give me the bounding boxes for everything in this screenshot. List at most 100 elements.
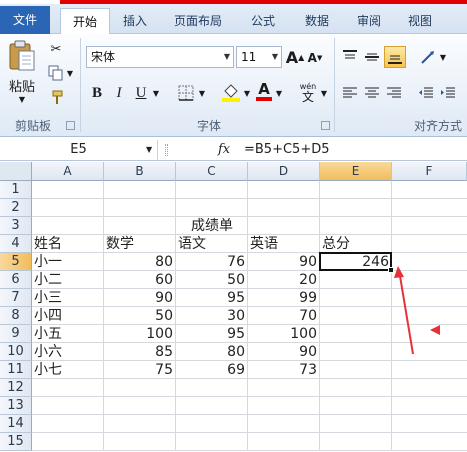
cell-b5[interactable]: 80 bbox=[104, 253, 176, 271]
cell-a10[interactable]: 小六 bbox=[32, 343, 104, 361]
cell-a11[interactable]: 小七 bbox=[32, 361, 104, 379]
font-size-select[interactable]: 11 ▼ bbox=[236, 46, 282, 68]
row-header-13[interactable]: 13 bbox=[0, 397, 32, 415]
phonetic-dropdown-icon[interactable]: ▼ bbox=[319, 82, 329, 104]
splitter-handle[interactable] bbox=[165, 144, 168, 156]
underline-dropdown-icon[interactable]: ▼ bbox=[151, 82, 161, 104]
copy-dropdown-icon[interactable]: ▼ bbox=[65, 64, 75, 82]
fill-color-dropdown-icon[interactable]: ▼ bbox=[242, 82, 252, 104]
cell-d4[interactable]: 英语 bbox=[248, 235, 320, 253]
name-box[interactable]: E5 bbox=[0, 140, 158, 160]
tab-data[interactable]: 数据 bbox=[294, 8, 340, 34]
row-header-5[interactable]: 5 bbox=[0, 253, 32, 271]
shrink-font-button[interactable]: A ▼ bbox=[306, 48, 324, 68]
cell-b4[interactable]: 数学 bbox=[104, 235, 176, 253]
align-right-button[interactable] bbox=[384, 82, 404, 104]
tab-insert[interactable]: 插入 bbox=[112, 8, 158, 34]
orientation-button[interactable] bbox=[418, 46, 440, 68]
cell-d6[interactable]: 20 bbox=[248, 271, 320, 289]
row-header-8[interactable]: 8 bbox=[0, 307, 32, 325]
font-color-button[interactable]: A bbox=[254, 78, 274, 104]
name-box-dropdown-icon[interactable]: ▼ bbox=[146, 140, 152, 160]
cell-a9[interactable]: 小五 bbox=[32, 325, 104, 343]
cell-d10[interactable]: 90 bbox=[248, 343, 320, 361]
cell-a4[interactable]: 姓名 bbox=[32, 235, 104, 253]
tab-home[interactable]: 开始 bbox=[60, 8, 110, 35]
cell-c9[interactable]: 95 bbox=[176, 325, 248, 343]
increase-indent-button[interactable] bbox=[438, 82, 458, 104]
row-header-11[interactable]: 11 bbox=[0, 361, 32, 379]
orientation-dropdown-icon[interactable]: ▼ bbox=[438, 46, 448, 68]
format-painter-icon[interactable] bbox=[46, 89, 66, 107]
align-top-button[interactable] bbox=[340, 46, 360, 68]
cell-d11[interactable]: 73 bbox=[248, 361, 320, 379]
decrease-indent-button[interactable] bbox=[416, 82, 436, 104]
row-header-15[interactable]: 15 bbox=[0, 433, 32, 451]
row-header-4[interactable]: 4 bbox=[0, 235, 32, 253]
paste-label[interactable]: 粘贴 bbox=[6, 76, 38, 95]
cell-b9[interactable]: 100 bbox=[104, 325, 176, 343]
row-header-1[interactable]: 1 bbox=[0, 181, 32, 199]
cut-icon[interactable]: ✂ bbox=[46, 40, 66, 58]
cell-a5[interactable]: 小一 bbox=[32, 253, 104, 271]
cell-d5[interactable]: 90 bbox=[248, 253, 320, 271]
copy-icon[interactable] bbox=[46, 64, 66, 82]
select-all-corner[interactable] bbox=[0, 162, 32, 181]
cell-b8[interactable]: 50 bbox=[104, 307, 176, 325]
cell-c3[interactable]: 成绩单 bbox=[176, 217, 248, 235]
cell-b6[interactable]: 60 bbox=[104, 271, 176, 289]
tab-page-layout[interactable]: 页面布局 bbox=[166, 8, 230, 34]
cell-c10[interactable]: 80 bbox=[176, 343, 248, 361]
align-bottom-button[interactable] bbox=[384, 46, 406, 68]
italic-button[interactable]: I bbox=[110, 82, 128, 104]
font-name-select[interactable]: 宋体 ▼ bbox=[86, 46, 234, 68]
column-header-f[interactable]: F bbox=[392, 162, 467, 181]
cell-d7[interactable]: 99 bbox=[248, 289, 320, 307]
row-header-9[interactable]: 9 bbox=[0, 325, 32, 343]
insert-function-icon[interactable]: fx bbox=[218, 140, 230, 160]
font-color-dropdown-icon[interactable]: ▼ bbox=[274, 82, 284, 104]
cell-e4[interactable]: 总分 bbox=[320, 235, 392, 253]
align-left-button[interactable] bbox=[340, 82, 360, 104]
cell-d8[interactable]: 70 bbox=[248, 307, 320, 325]
align-center-button[interactable] bbox=[362, 82, 382, 104]
row-header-7[interactable]: 7 bbox=[0, 289, 32, 307]
grow-font-button[interactable]: A ▲ bbox=[286, 46, 305, 68]
cell-a6[interactable]: 小二 bbox=[32, 271, 104, 289]
column-header-b[interactable]: B bbox=[104, 162, 176, 181]
underline-button[interactable]: U bbox=[132, 82, 150, 104]
cell-d9[interactable]: 100 bbox=[248, 325, 320, 343]
tab-review[interactable]: 审阅 bbox=[346, 8, 392, 34]
paste-dropdown-icon[interactable]: ▼ bbox=[16, 94, 28, 104]
row-header-3[interactable]: 3 bbox=[0, 217, 32, 235]
column-header-e[interactable]: E bbox=[320, 162, 392, 181]
row-header-2[interactable]: 2 bbox=[0, 199, 32, 217]
cell-a7[interactable]: 小三 bbox=[32, 289, 104, 307]
tab-view[interactable]: 视图 bbox=[400, 8, 440, 34]
clipboard-launcher-icon[interactable] bbox=[66, 121, 75, 130]
font-launcher-icon[interactable] bbox=[321, 121, 330, 130]
row-header-12[interactable]: 12 bbox=[0, 379, 32, 397]
column-header-c[interactable]: C bbox=[176, 162, 248, 181]
cell-a8[interactable]: 小四 bbox=[32, 307, 104, 325]
row-header-10[interactable]: 10 bbox=[0, 343, 32, 361]
cell-b11[interactable]: 75 bbox=[104, 361, 176, 379]
column-header-a[interactable]: A bbox=[32, 162, 104, 181]
bold-button[interactable]: B bbox=[88, 82, 106, 104]
cell-c5[interactable]: 76 bbox=[176, 253, 248, 271]
cell-b7[interactable]: 90 bbox=[104, 289, 176, 307]
cell-e11[interactable] bbox=[320, 361, 392, 379]
fill-color-button[interactable] bbox=[220, 80, 242, 104]
cell-c7[interactable]: 95 bbox=[176, 289, 248, 307]
paste-button[interactable] bbox=[6, 38, 38, 74]
cell-c6[interactable]: 50 bbox=[176, 271, 248, 289]
borders-button[interactable] bbox=[176, 82, 196, 104]
tab-formulas[interactable]: 公式 bbox=[240, 8, 286, 34]
borders-dropdown-icon[interactable]: ▼ bbox=[197, 82, 207, 104]
column-header-d[interactable]: D bbox=[248, 162, 320, 181]
align-middle-button[interactable] bbox=[362, 46, 382, 68]
cell-c4[interactable]: 语文 bbox=[176, 235, 248, 253]
row-header-6[interactable]: 6 bbox=[0, 271, 32, 289]
cell-c11[interactable]: 69 bbox=[176, 361, 248, 379]
formula-input[interactable]: =B5+C5+D5 bbox=[244, 140, 330, 160]
